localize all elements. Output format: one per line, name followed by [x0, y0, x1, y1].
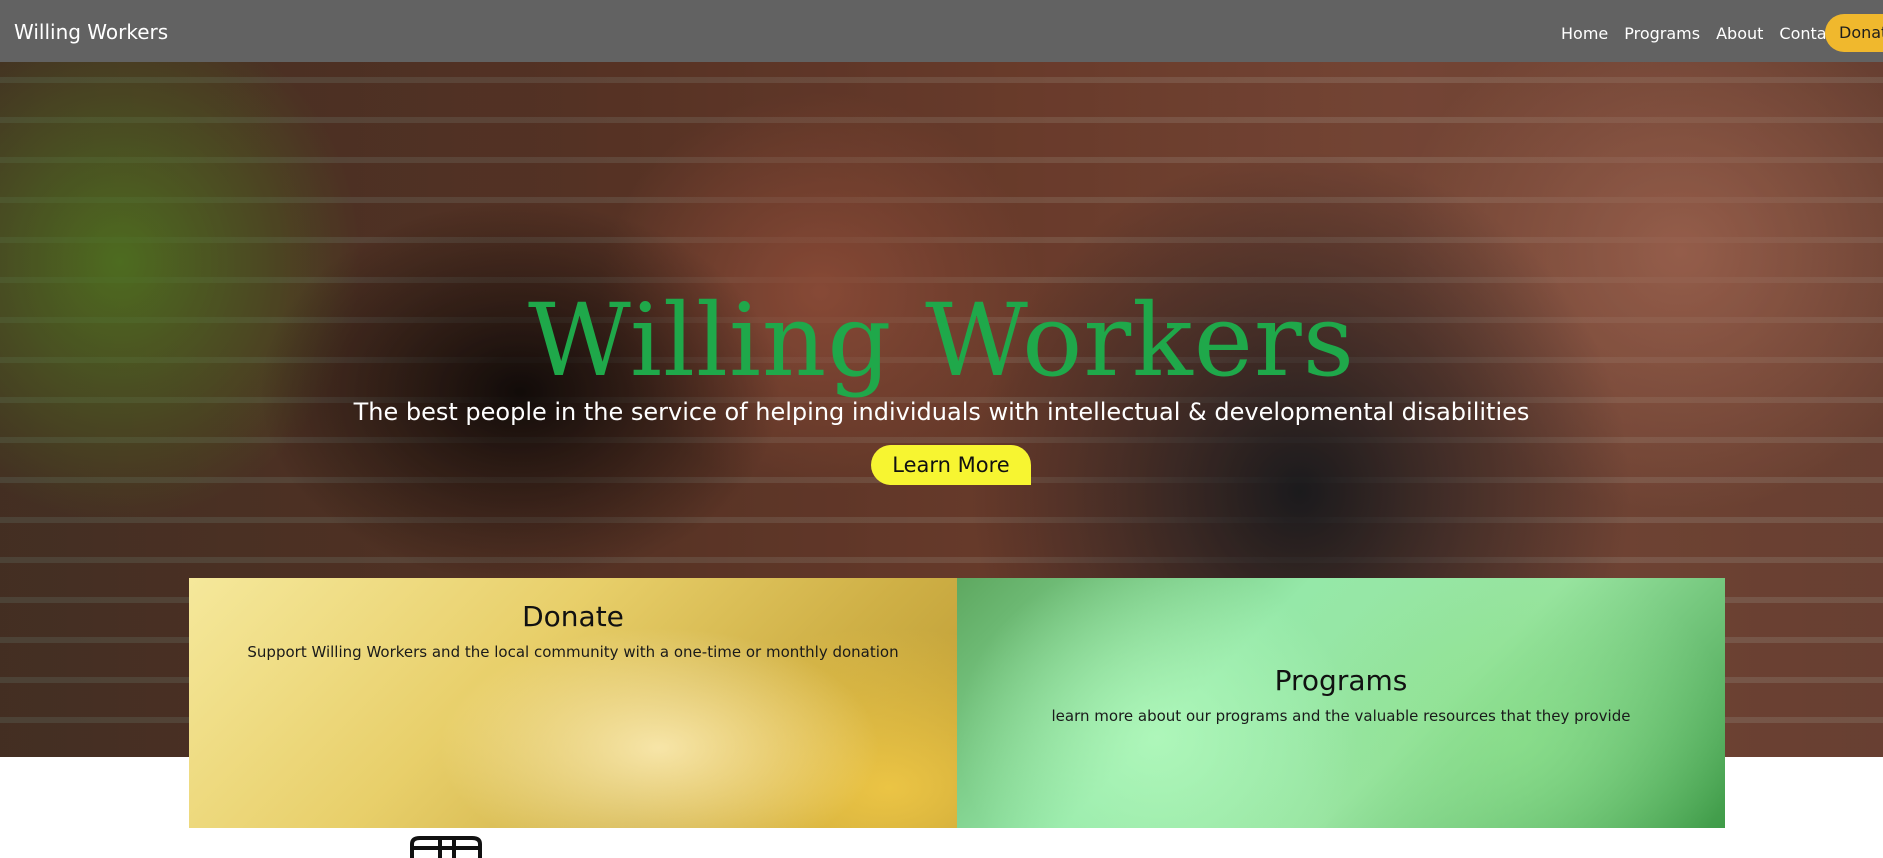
- nav-link-programs[interactable]: Programs: [1624, 24, 1700, 43]
- navbar: Willing Workers Home Programs About Cont…: [0, 0, 1883, 62]
- programs-card[interactable]: Programs learn more about our programs a…: [957, 578, 1725, 828]
- nav-menu: Home Programs About Contact: [1561, 24, 1858, 43]
- hero-title: Willing Workers: [527, 282, 1356, 399]
- nav-link-about[interactable]: About: [1716, 24, 1763, 43]
- donate-card-title: Donate: [522, 600, 624, 633]
- program-icon: [410, 836, 482, 858]
- programs-card-title: Programs: [1274, 664, 1408, 697]
- nav-link-home[interactable]: Home: [1561, 24, 1608, 43]
- learn-more-button[interactable]: Learn More: [871, 445, 1031, 485]
- programs-card-description: learn more about our programs and the va…: [1051, 707, 1631, 725]
- hero-subtitle: The best people in the service of helpin…: [353, 398, 1530, 426]
- donate-card-description: Support Willing Workers and the local co…: [247, 643, 899, 661]
- brand-link[interactable]: Willing Workers: [14, 20, 168, 44]
- donate-nav-button[interactable]: Donat: [1825, 14, 1883, 52]
- donate-card[interactable]: Donate Support Willing Workers and the l…: [189, 578, 957, 828]
